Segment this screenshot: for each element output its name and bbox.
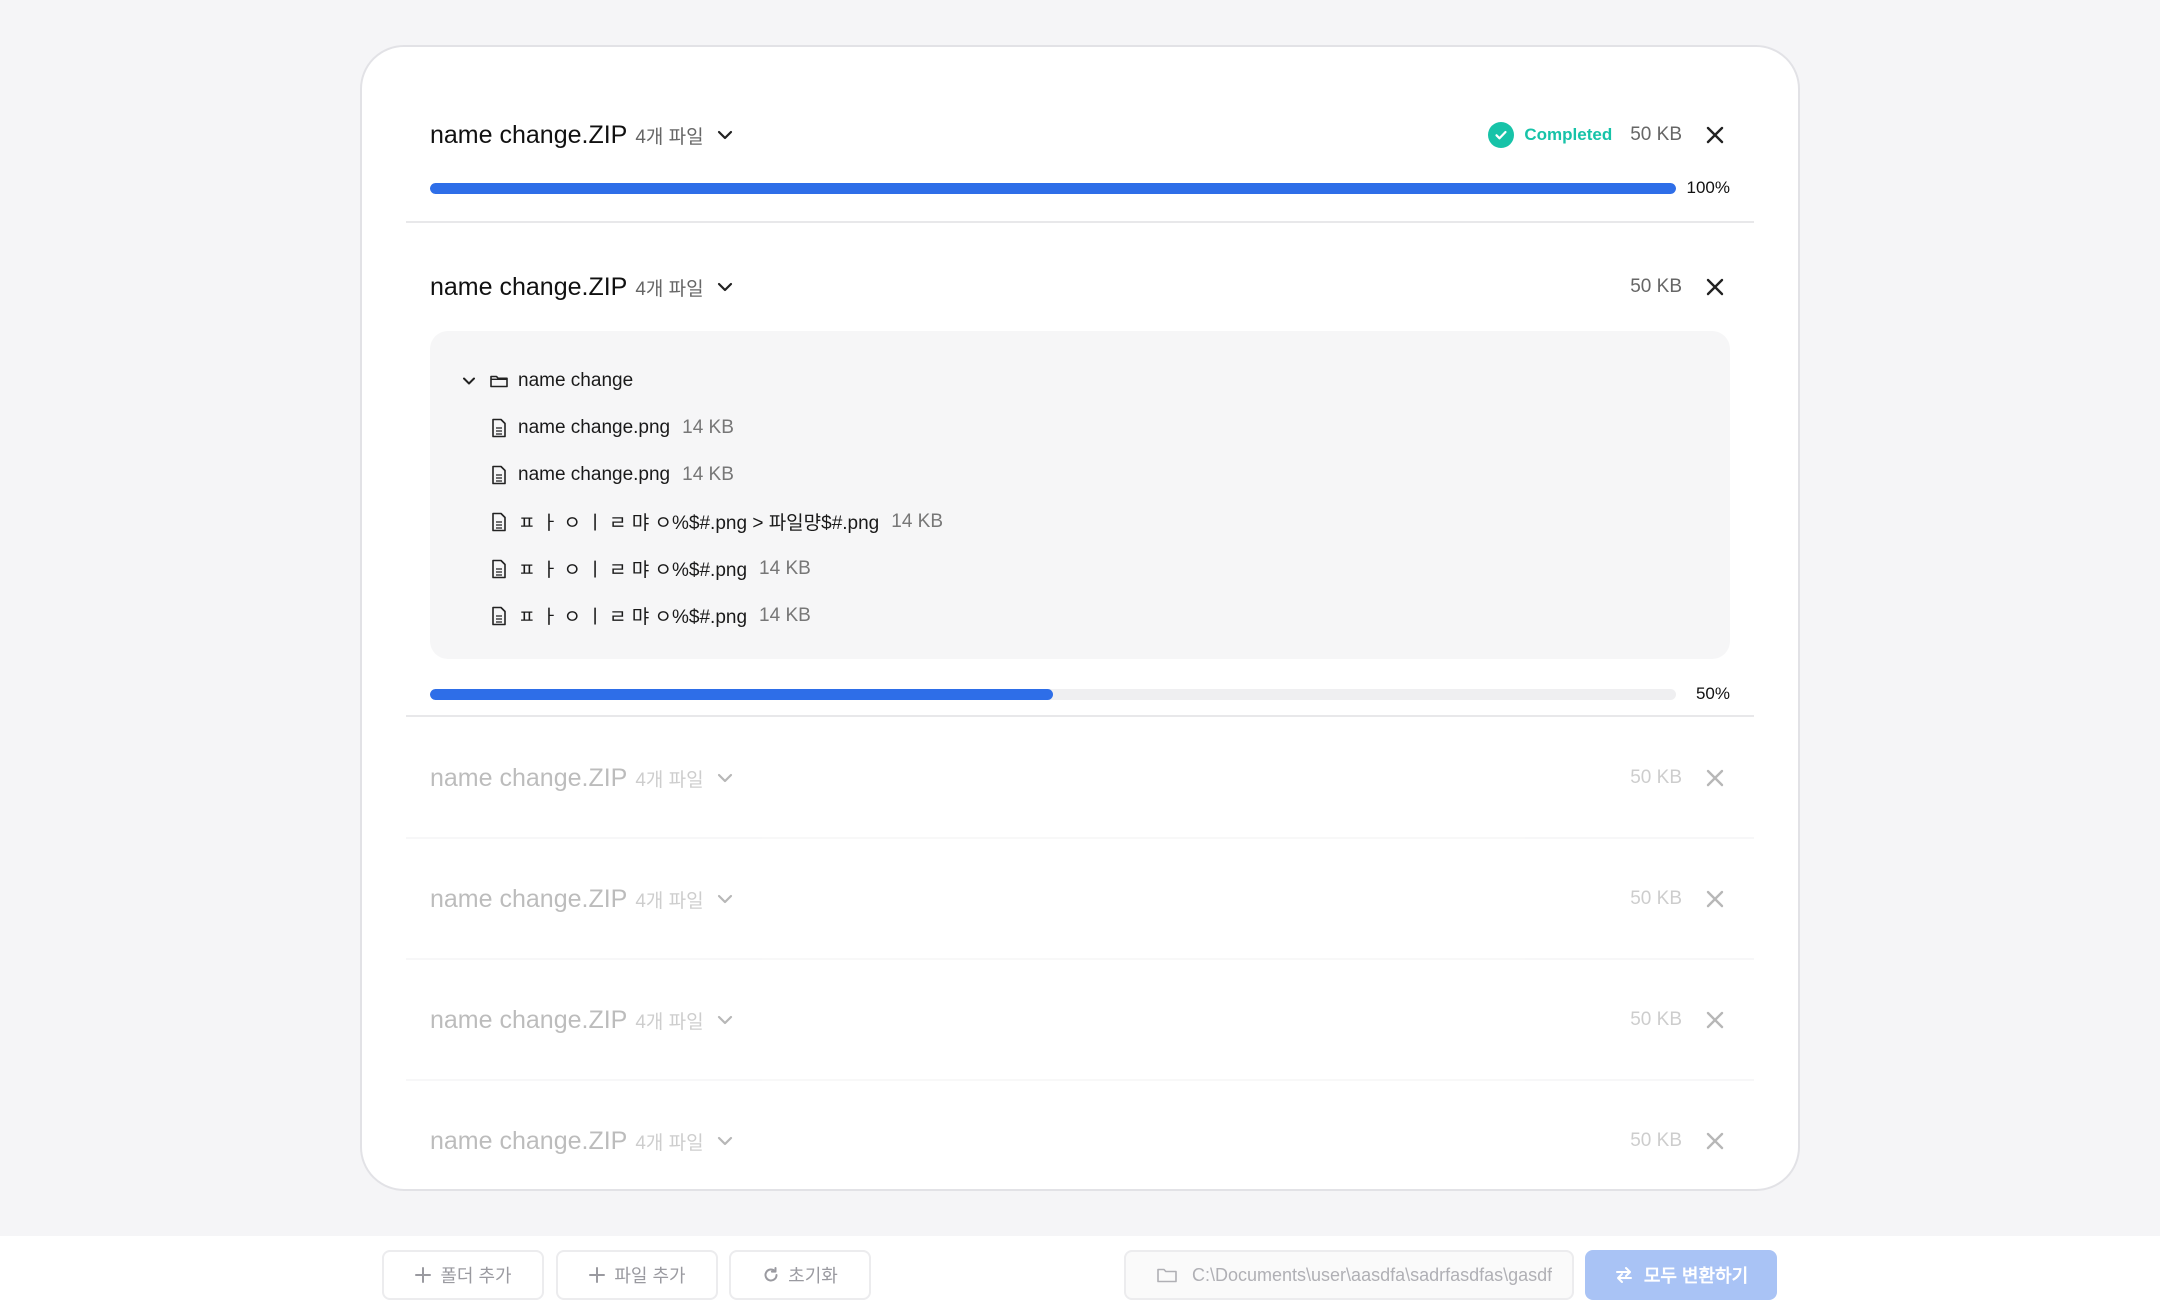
chevron-down-icon[interactable] xyxy=(714,888,736,910)
file-name: ㅍ ㅏ ㅇ ㅣ ㄹ 먀 ㅇ%$#.png > 파일먕$#.png xyxy=(518,513,880,534)
close-icon[interactable] xyxy=(1700,272,1730,302)
file-row: ㅍ ㅏ ㅇ ㅣ ㄹ 먀 ㅇ%$#.png 14 KB xyxy=(458,545,1730,592)
progress-fill xyxy=(430,688,1053,700)
file-size: 14 KB xyxy=(759,557,811,579)
file-size: 14 KB xyxy=(759,604,811,626)
file-size: 14 KB xyxy=(682,463,734,485)
progress-percent: 100% xyxy=(1686,178,1730,197)
archive-name: name change.ZIP xyxy=(430,272,628,301)
archive-name: name change.ZIP xyxy=(430,1126,628,1155)
archive-item: name change.ZIP 4개 파일 50 KB xyxy=(406,839,1754,960)
chevron-down-icon[interactable] xyxy=(714,124,736,146)
refresh-icon xyxy=(762,1266,780,1284)
archive-header: name change.ZIP 4개 파일 50 KB xyxy=(406,871,1754,927)
archive-item: name change.ZIP 4개 파일 50 KB xyxy=(406,223,1754,717)
progress-track xyxy=(430,688,1676,700)
check-circle-icon xyxy=(1488,122,1515,148)
archive-name: name change.ZIP xyxy=(430,1005,628,1034)
progress-fill xyxy=(430,182,1676,194)
add-folder-button[interactable]: 폴더 추가 xyxy=(382,1250,544,1300)
archive-name: name change.ZIP xyxy=(430,763,628,792)
file-row: ㅍ ㅏ ㅇ ㅣ ㄹ 먀 ㅇ%$#.png > 파일먕$#.png 14 KB xyxy=(458,498,1730,545)
archive-list-panel: name change.ZIP 4개 파일 Completed 50 KB 10… xyxy=(360,45,1800,1191)
file-name: ㅍ ㅏ ㅇ ㅣ ㄹ 먀 ㅇ%$#.png xyxy=(518,607,748,628)
archive-item: name change.ZIP 4개 파일 50 KB xyxy=(406,717,1754,839)
archive-header: name change.ZIP 4개 파일 50 KB xyxy=(406,1113,1754,1169)
file-tree: name change name change.png 14 KB name c… xyxy=(430,331,1730,659)
output-path-field[interactable] xyxy=(1124,1250,1574,1300)
close-icon[interactable] xyxy=(1700,120,1730,150)
progress-bar: 100% xyxy=(406,173,1754,203)
folder-name: name change xyxy=(518,369,634,391)
reset-label: 초기화 xyxy=(788,1266,838,1286)
chevron-down-icon[interactable] xyxy=(714,1130,736,1152)
status-label: Completed xyxy=(1524,125,1613,144)
archive-file-count: 4개 파일 xyxy=(635,126,704,148)
close-icon[interactable] xyxy=(1700,763,1730,793)
progress-percent: 50% xyxy=(1695,684,1730,703)
file-size: 14 KB xyxy=(891,510,944,532)
archive-header: name change.ZIP 4개 파일 50 KB xyxy=(406,992,1754,1048)
file-icon xyxy=(488,558,510,580)
folder-icon xyxy=(488,370,510,392)
swap-icon xyxy=(1614,1266,1634,1284)
close-icon[interactable] xyxy=(1700,1005,1730,1035)
file-row: name change.png 14 KB xyxy=(458,451,1730,498)
archive-header: name change.ZIP 4개 파일 50 KB xyxy=(406,259,1754,315)
chevron-down-icon[interactable] xyxy=(458,370,480,392)
archive-file-count: 4개 파일 xyxy=(635,890,704,912)
archive-header: name change.ZIP 4개 파일 50 KB xyxy=(406,750,1754,806)
add-file-label: 파일 추가 xyxy=(614,1266,686,1286)
archive-header: name change.ZIP 4개 파일 Completed 50 KB xyxy=(406,107,1754,163)
file-size: 14 KB xyxy=(682,416,734,438)
convert-all-button[interactable]: 모두 변환하기 xyxy=(1585,1250,1777,1300)
close-icon[interactable] xyxy=(1700,884,1730,914)
archive-size: 50 KB xyxy=(1630,276,1682,297)
archive-size: 50 KB xyxy=(1630,888,1682,909)
file-row: ㅍ ㅏ ㅇ ㅣ ㄹ 먀 ㅇ%$#.png 14 KB xyxy=(458,592,1730,639)
file-icon xyxy=(488,511,510,533)
file-icon xyxy=(488,464,510,486)
chevron-down-icon[interactable] xyxy=(714,1009,736,1031)
add-file-button[interactable]: 파일 추가 xyxy=(556,1250,718,1300)
status-badge: Completed xyxy=(1488,122,1612,148)
archive-file-count: 4개 파일 xyxy=(635,769,704,791)
progress-bar: 50% xyxy=(406,679,1754,709)
file-icon xyxy=(488,605,510,627)
file-row: name change.png 14 KB xyxy=(458,404,1730,451)
plus-icon xyxy=(588,1266,606,1284)
archive-size: 50 KB xyxy=(1630,1009,1682,1030)
archive-list: name change.ZIP 4개 파일 Completed 50 KB 10… xyxy=(406,47,1754,1189)
chevron-down-icon[interactable] xyxy=(714,276,736,298)
archive-item: name change.ZIP 4개 파일 50 KB xyxy=(406,960,1754,1081)
bottom-toolbar: 폴더 추가 파일 추가 초기화 모두 변환하기 xyxy=(0,1236,2160,1316)
archive-file-count: 4개 파일 xyxy=(635,1132,704,1154)
archive-name: name change.ZIP xyxy=(430,120,628,149)
archive-item: name change.ZIP 4개 파일 50 KB xyxy=(406,1081,1754,1189)
add-folder-label: 폴더 추가 xyxy=(440,1266,512,1286)
archive-file-count: 4개 파일 xyxy=(635,278,704,300)
convert-all-label: 모두 변환하기 xyxy=(1643,1266,1749,1286)
archive-item: name change.ZIP 4개 파일 Completed 50 KB 10… xyxy=(406,47,1754,223)
archive-size: 50 KB xyxy=(1630,124,1682,145)
archive-file-count: 4개 파일 xyxy=(635,1011,704,1033)
folder-icon xyxy=(1156,1266,1178,1284)
reset-button[interactable]: 초기화 xyxy=(729,1250,871,1300)
archive-size: 50 KB xyxy=(1630,1130,1682,1151)
file-name: name change.png xyxy=(518,416,671,438)
folder-row[interactable]: name change xyxy=(458,357,1730,404)
close-icon[interactable] xyxy=(1700,1126,1730,1156)
plus-icon xyxy=(414,1266,432,1284)
archive-size: 50 KB xyxy=(1630,767,1682,788)
archive-name: name change.ZIP xyxy=(430,884,628,913)
chevron-down-icon[interactable] xyxy=(714,767,736,789)
output-path-input[interactable] xyxy=(1190,1263,1554,1287)
file-name: name change.png xyxy=(518,463,671,485)
file-name: ㅍ ㅏ ㅇ ㅣ ㄹ 먀 ㅇ%$#.png xyxy=(518,560,748,581)
progress-track xyxy=(430,182,1676,194)
file-icon xyxy=(488,417,510,439)
